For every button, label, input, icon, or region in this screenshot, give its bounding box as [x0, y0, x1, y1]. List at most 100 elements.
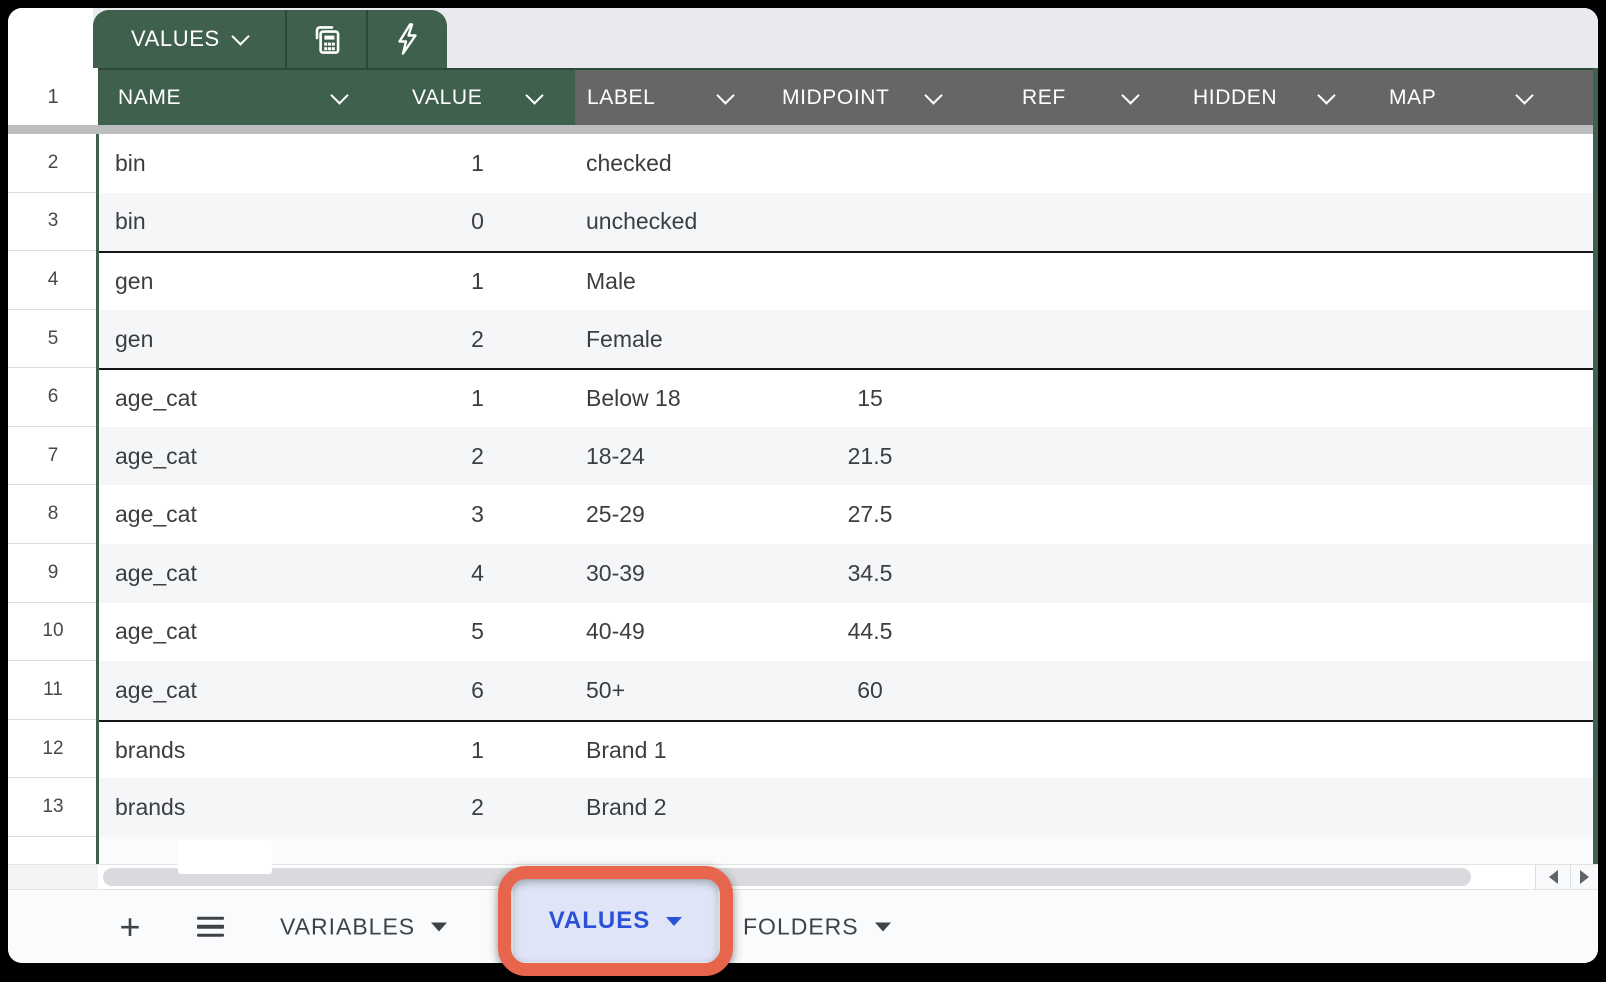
add-sheet-button[interactable]: +	[108, 906, 152, 948]
cell-empty[interactable]	[974, 427, 1598, 486]
cell-empty[interactable]	[974, 253, 1598, 310]
cell-empty[interactable]	[974, 485, 1598, 544]
calculated-fields-tab[interactable]	[285, 10, 366, 68]
cell-midpoint[interactable]: 34.5	[766, 544, 974, 603]
row-header[interactable]: 9	[8, 544, 98, 603]
cell-name[interactable]: age_cat	[98, 603, 380, 662]
cell-empty[interactable]	[974, 370, 1598, 427]
cell-name[interactable]: age_cat	[98, 485, 380, 544]
table-tab-group: VALUES	[93, 10, 447, 68]
cell-value[interactable]: 2	[380, 310, 575, 369]
row-header[interactable]: 11	[8, 661, 98, 720]
cell-label[interactable]: Brand 2	[575, 778, 766, 837]
cell-value[interactable]: 1	[380, 370, 575, 427]
column-header-map[interactable]: MAP	[1367, 70, 1593, 125]
column-header-value[interactable]: VALUE	[380, 70, 575, 125]
scroll-right-button[interactable]	[1570, 865, 1598, 889]
cell-value[interactable]: 2	[380, 427, 575, 486]
cell-label[interactable]: 25-29	[575, 485, 766, 544]
chevron-down-icon	[1515, 86, 1533, 104]
cell-empty[interactable]	[974, 661, 1598, 720]
all-sheets-button[interactable]	[188, 916, 232, 937]
column-header-name[interactable]: NAME	[98, 70, 380, 125]
cell-name[interactable]: age_cat	[98, 427, 380, 486]
cell-empty[interactable]	[974, 193, 1598, 252]
cell-name[interactable]: bin	[98, 193, 380, 252]
column-header-label[interactable]: LABEL	[575, 70, 766, 125]
cell-name[interactable]: brands	[98, 778, 380, 837]
cell-midpoint[interactable]	[766, 722, 974, 779]
cell-empty[interactable]	[974, 722, 1598, 779]
row-header[interactable]: 4	[8, 251, 98, 310]
cell-value[interactable]: 0	[380, 193, 575, 252]
cell-label[interactable]: 50+	[575, 661, 766, 720]
sheet-tab-variables[interactable]: VARIABLES	[280, 913, 447, 940]
cell-label[interactable]: checked	[575, 134, 766, 193]
scroll-right-icon	[1580, 870, 1589, 884]
row-header-1[interactable]: 1	[8, 68, 98, 125]
cell-name[interactable]: age_cat	[98, 370, 380, 427]
cell-label[interactable]: Male	[575, 253, 766, 310]
cell-midpoint[interactable]: 44.5	[766, 603, 974, 662]
dropdown-arrow-icon	[875, 922, 891, 931]
cell-value[interactable]: 5	[380, 603, 575, 662]
cell-midpoint[interactable]	[766, 193, 974, 252]
cell-empty[interactable]	[974, 134, 1598, 193]
quick-actions-tab[interactable]	[366, 10, 447, 68]
cell-label[interactable]: 40-49	[575, 603, 766, 662]
row-header[interactable]: 8	[8, 485, 98, 544]
cell-value[interactable]: 3	[380, 485, 575, 544]
cell-empty[interactable]	[974, 310, 1598, 369]
cell-midpoint[interactable]: 15	[766, 370, 974, 427]
tab-values-table[interactable]: VALUES	[93, 10, 285, 68]
table-row: 7 age_cat 2 18-24 21.5	[8, 427, 1598, 486]
row-header[interactable]: 12	[8, 720, 98, 779]
scroll-left-button[interactable]	[1535, 865, 1570, 889]
cell-midpoint[interactable]: 27.5	[766, 485, 974, 544]
cell-value[interactable]: 6	[380, 661, 575, 720]
cell-midpoint[interactable]: 21.5	[766, 427, 974, 486]
cell-value[interactable]: 4	[380, 544, 575, 603]
row-header[interactable]: 6	[8, 368, 98, 427]
scrollbar-thumb[interactable]	[103, 868, 1471, 886]
cell-label[interactable]: 18-24	[575, 427, 766, 486]
cell-label[interactable]: unchecked	[575, 193, 766, 252]
cell-empty[interactable]	[974, 778, 1598, 837]
cell-midpoint[interactable]	[766, 778, 974, 837]
cell-name[interactable]: gen	[98, 253, 380, 310]
cell-label[interactable]: Below 18	[575, 370, 766, 427]
cell-midpoint[interactable]	[766, 310, 974, 369]
cell-midpoint[interactable]	[766, 134, 974, 193]
cell-value[interactable]: 1	[380, 722, 575, 779]
cell-label[interactable]: 30-39	[575, 544, 766, 603]
cell-value[interactable]: 2	[380, 778, 575, 837]
row-header[interactable]: 3	[8, 193, 98, 252]
row-header-partial[interactable]	[8, 837, 98, 864]
partial-row-cells	[98, 837, 1598, 864]
cell-name[interactable]: gen	[98, 310, 380, 369]
row-header[interactable]: 7	[8, 427, 98, 486]
column-header-hidden[interactable]: HIDDEN	[1171, 70, 1367, 125]
table-row: 6 age_cat 1 Below 18 15	[8, 368, 1598, 427]
cell-name[interactable]: age_cat	[98, 544, 380, 603]
cell-name[interactable]: brands	[98, 722, 380, 779]
column-header-ref[interactable]: REF	[974, 70, 1171, 125]
cell-empty[interactable]	[974, 603, 1598, 662]
row-header[interactable]: 10	[8, 603, 98, 662]
row-header[interactable]: 13	[8, 778, 98, 837]
cell-midpoint[interactable]: 60	[766, 661, 974, 720]
cell-name[interactable]: age_cat	[98, 661, 380, 720]
cell-label[interactable]: Brand 1	[575, 722, 766, 779]
cell-value[interactable]: 1	[380, 134, 575, 193]
row-header[interactable]: 2	[8, 134, 98, 193]
sheet-tab-label: FOLDERS	[743, 913, 859, 940]
row-header[interactable]: 5	[8, 310, 98, 369]
cell-empty[interactable]	[974, 544, 1598, 603]
cell-midpoint[interactable]	[766, 253, 974, 310]
cell-value[interactable]: 1	[380, 253, 575, 310]
cell-name[interactable]: bin	[98, 134, 380, 193]
column-header-midpoint[interactable]: MIDPOINT	[766, 70, 974, 125]
sheet-bar: + VARIABLES VALUES FOLDERS	[8, 890, 1598, 963]
sheet-tab-folders[interactable]: FOLDERS	[743, 913, 891, 940]
cell-label[interactable]: Female	[575, 310, 766, 369]
